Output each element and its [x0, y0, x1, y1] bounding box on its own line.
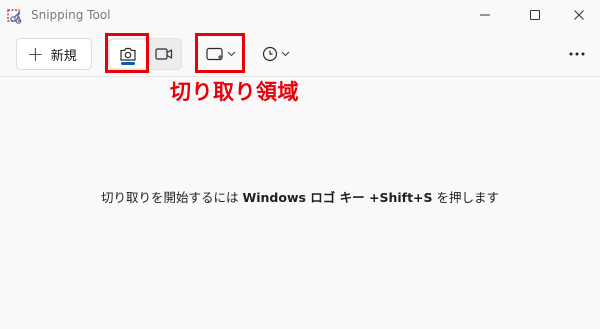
hint-shortcut-keys: Windows ロゴ キー +Shift+S [242, 190, 433, 205]
chevron-down-icon [281, 51, 290, 57]
close-button[interactable] [556, 0, 600, 30]
hint-text-suffix: を押します [432, 190, 500, 205]
minimize-button[interactable] [462, 0, 508, 30]
new-snip-label: 新規 [50, 48, 77, 64]
snip-canvas-area: 切り取りを開始するには Windows ロゴ キー +Shift+S を押します [0, 76, 600, 329]
record-mode-button[interactable] [147, 40, 181, 68]
more-dots-icon [569, 52, 585, 56]
video-camera-icon [155, 48, 173, 60]
annotation-label: 切り取り領域 [170, 80, 299, 104]
delay-dropdown[interactable] [254, 38, 298, 70]
toolbar: + 新規 [0, 32, 600, 76]
window-title: Snipping Tool [31, 8, 111, 22]
annotation-box-snip-shape [195, 33, 245, 73]
maximize-button[interactable] [512, 0, 558, 30]
annotation-box-snip-mode [105, 33, 149, 73]
new-snip-button[interactable]: + 新規 [16, 38, 92, 70]
minimize-icon [480, 14, 490, 16]
plus-icon: + [27, 42, 44, 66]
snipping-tool-window: Snipping Tool + 新規 切り取りを開始するには Windows ロ… [0, 0, 600, 329]
title-bar: Snipping Tool [0, 0, 600, 32]
clock-icon [262, 46, 278, 62]
hint-text-prefix: 切り取りを開始するには [100, 190, 243, 205]
maximize-icon [530, 10, 540, 20]
snipping-tool-app-icon [7, 9, 22, 24]
close-icon [574, 10, 584, 20]
see-more-button[interactable] [560, 38, 594, 70]
start-snip-hint: 切り取りを開始するには Windows ロゴ キー +Shift+S を押します [0, 187, 600, 206]
